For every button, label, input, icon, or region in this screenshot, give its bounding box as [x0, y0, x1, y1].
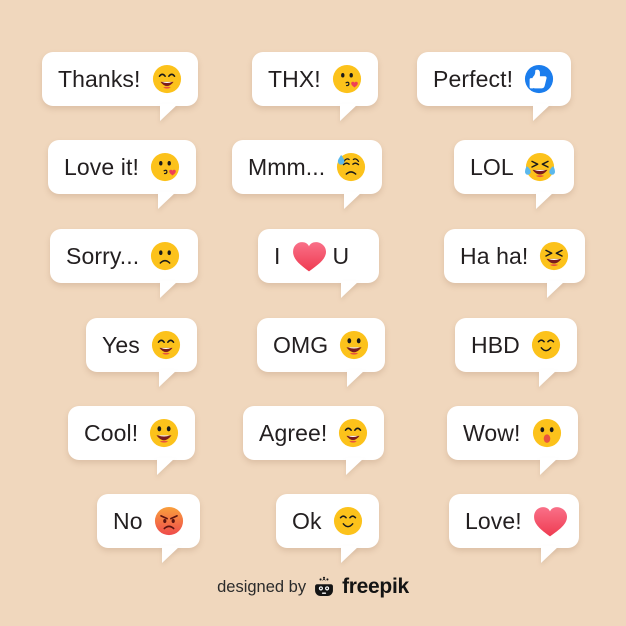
- bubble-tail: [547, 281, 566, 298]
- message-bubble-slot: Love!: [449, 494, 579, 563]
- bubble-tail: [157, 458, 176, 475]
- message-bubble-slot: Cool!: [68, 406, 196, 475]
- message-bubble[interactable]: Yes: [86, 318, 197, 387]
- bubble-tail: [340, 546, 359, 563]
- grinning-smiling-eyes-emoji: [338, 418, 368, 448]
- smiling-face-emoji: [531, 330, 561, 360]
- bubble-text: Mmm...: [248, 153, 326, 180]
- kissing-heart-emoji: [150, 152, 180, 182]
- bubble-text: Yes: [102, 331, 140, 358]
- designed-by-label: designed by: [217, 577, 307, 596]
- bubble-text: Wow!: [463, 419, 521, 446]
- bubble-text: I: [274, 242, 281, 269]
- message-bubble[interactable]: Ha ha!: [444, 229, 586, 298]
- smiling-face-emoji: [333, 506, 363, 536]
- grinning-smiling-eyes-emoji: [151, 330, 181, 360]
- bubble-text: LOL: [470, 153, 514, 180]
- astonished-face-emoji: [532, 418, 562, 448]
- message-bubble[interactable]: No: [97, 494, 200, 563]
- message-bubble[interactable]: Perfect!: [417, 52, 571, 121]
- bubble-tail: [158, 370, 177, 387]
- thumbs-up-badge-icon: [524, 64, 554, 94]
- message-bubble-slot: THX!: [252, 52, 378, 121]
- message-bubble-slot: Mmm...: [232, 140, 383, 209]
- bubble-text: Perfect!: [433, 65, 514, 92]
- bubble-text: Cool!: [84, 419, 139, 446]
- message-bubble-slot: LOL: [454, 140, 574, 209]
- message-bubble-slot: Ok: [276, 494, 379, 563]
- message-bubble[interactable]: Cool!: [68, 406, 196, 475]
- message-bubble[interactable]: Sorry...: [50, 229, 198, 298]
- bubble-text: Ha ha!: [460, 242, 529, 269]
- bubble-tail: [161, 546, 180, 563]
- bubble-tail: [160, 281, 178, 298]
- message-bubble-slot: OMG: [257, 318, 386, 387]
- bubble-text: Agree!: [259, 419, 328, 446]
- poster-canvas: Thanks! THX! Perfect! Love it! Mmm... LOL Sorr…: [0, 0, 626, 626]
- freepik-mascot-icon: [313, 576, 335, 598]
- message-bubble[interactable]: LOL: [454, 140, 574, 209]
- message-bubble-slot: Sorry...: [50, 229, 198, 298]
- bubble-text: Ok: [292, 507, 322, 534]
- message-bubble[interactable]: Agree!: [243, 406, 385, 475]
- grinning-open-mouth-emoji: [339, 330, 369, 360]
- bubble-tail: [158, 192, 176, 209]
- freepik-brand-label: freepik: [342, 575, 409, 598]
- grinning-open-mouth-emoji: [149, 418, 179, 448]
- bubble-tail: [341, 281, 359, 298]
- bubble-tail: [159, 104, 178, 121]
- bubble-text: Sorry...: [66, 242, 140, 269]
- message-bubble[interactable]: THX!: [252, 52, 378, 121]
- message-bubble-slot: Yes: [86, 318, 197, 387]
- bubble-text: Love it!: [64, 153, 139, 180]
- message-bubble-slot: IU: [258, 229, 379, 298]
- bubble-tail: [538, 370, 557, 387]
- bubble-text: Thanks!: [58, 65, 141, 92]
- bubble-text: OMG: [273, 331, 329, 358]
- footer-credit: designed by freepik: [0, 575, 626, 599]
- bubble-tail: [540, 546, 559, 563]
- kissing-heart-emoji: [332, 64, 362, 94]
- bubble-text: THX!: [268, 65, 321, 92]
- message-bubble-slot: Perfect!: [417, 52, 571, 121]
- frowning-face-emoji: [150, 241, 180, 271]
- message-bubble[interactable]: Wow!: [447, 406, 578, 475]
- bubble-tail: [536, 192, 554, 209]
- bubble-tail: [344, 192, 363, 209]
- disappointed-relieved-emoji: [336, 152, 366, 182]
- bubble-tail: [340, 104, 358, 121]
- laughing-tears-emoji: [524, 152, 555, 182]
- grinning-smiling-eyes-emoji: [152, 64, 182, 94]
- bubble-tail: [347, 370, 366, 387]
- message-bubble-slot: Ha ha!: [444, 229, 586, 298]
- message-bubble-slot: Thanks!: [42, 52, 198, 121]
- message-bubble[interactable]: Love!: [449, 494, 579, 563]
- message-bubble[interactable]: Love it!: [48, 140, 196, 209]
- message-bubble[interactable]: Thanks!: [42, 52, 198, 121]
- message-bubble[interactable]: HBD: [455, 318, 577, 387]
- message-bubble-slot: HBD: [455, 318, 577, 387]
- bubble-tail: [533, 104, 551, 121]
- bubble-text-suffix: U: [332, 242, 350, 269]
- message-bubble[interactable]: Mmm...: [232, 140, 383, 209]
- heart-icon: [533, 506, 567, 537]
- bubble-text: No: [113, 507, 143, 534]
- message-bubble-slot: Wow!: [447, 406, 578, 475]
- bubble-tail: [346, 458, 365, 475]
- angry-face-emoji: [154, 506, 184, 536]
- bubble-text: Love!: [465, 507, 522, 534]
- message-bubble-slot: Agree!: [243, 406, 385, 475]
- heart-icon: [292, 241, 326, 272]
- message-bubble-slot: Love it!: [48, 140, 196, 209]
- message-bubble-slot: No: [97, 494, 200, 563]
- message-bubble[interactable]: Ok: [276, 494, 379, 563]
- bubble-text: HBD: [471, 331, 520, 358]
- message-bubble[interactable]: OMG: [257, 318, 386, 387]
- bubble-tail: [539, 458, 558, 475]
- message-bubble[interactable]: IU: [258, 229, 379, 298]
- grinning-squinting-emoji: [539, 241, 569, 271]
